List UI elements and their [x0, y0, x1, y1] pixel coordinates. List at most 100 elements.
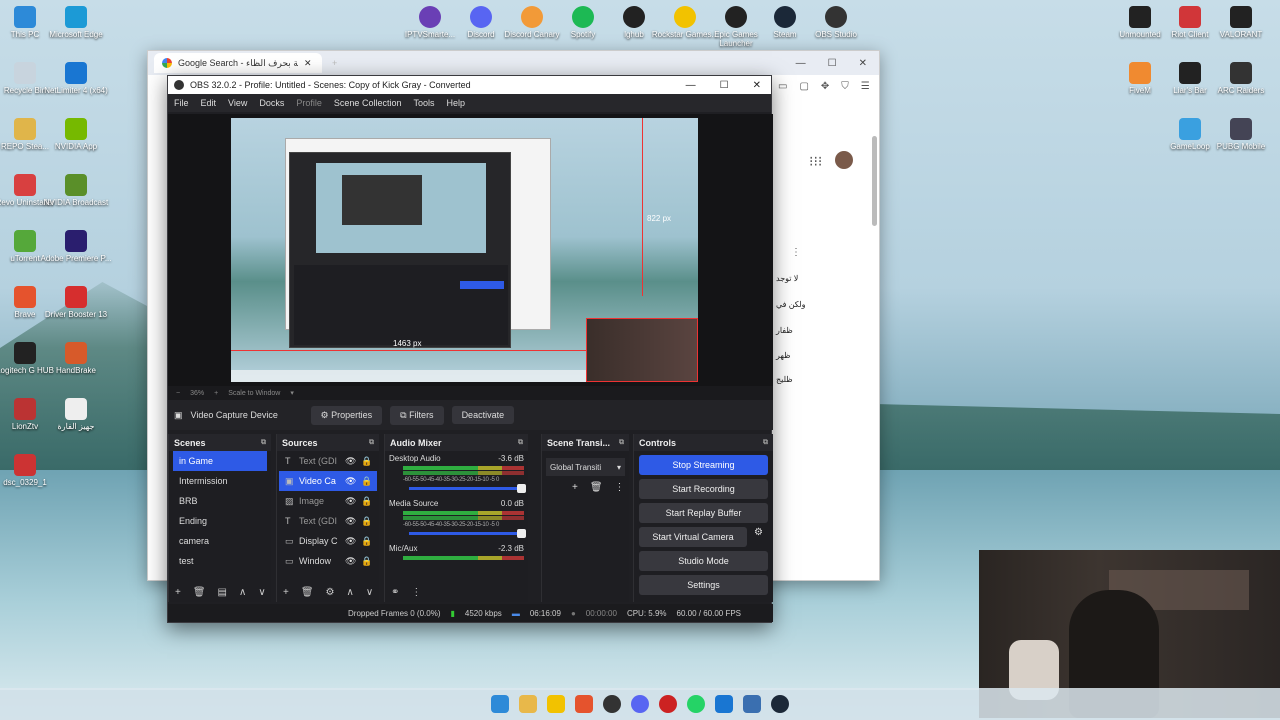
- box-icon[interactable]: ▢: [799, 81, 808, 92]
- menu-item-view[interactable]: View: [228, 98, 247, 108]
- discord-icon[interactable]: [631, 695, 649, 713]
- close-tab-icon[interactable]: ✕: [304, 58, 312, 69]
- eye-icon[interactable]: 👁: [345, 536, 361, 547]
- filter-icon[interactable]: ▤: [218, 587, 227, 598]
- menu-item-edit[interactable]: Edit: [201, 98, 217, 108]
- menu-item-profile[interactable]: Profile: [296, 98, 322, 108]
- chrome-tab[interactable]: Google Search - دولة بحرف الظاء ✕: [154, 53, 322, 73]
- sidebar-icon[interactable]: ▭: [778, 81, 787, 92]
- scene-item[interactable]: Intermission: [173, 471, 267, 491]
- source-item[interactable]: T Text (GDI 👁 🔒: [279, 511, 377, 531]
- source-item[interactable]: ▨ Image 👁 🔒: [279, 491, 377, 511]
- eye-icon[interactable]: 👁: [345, 456, 361, 467]
- scale-mode[interactable]: Scale to Window: [228, 390, 280, 397]
- lock-icon[interactable]: 🔒: [361, 456, 372, 467]
- more-icon[interactable]: ⋮: [411, 587, 421, 598]
- source-item[interactable]: ▭ Display C 👁 🔒: [279, 531, 377, 551]
- menu-item-docks[interactable]: Docks: [259, 98, 284, 108]
- source-item[interactable]: ▣ Video Ca 👁 🔒: [279, 471, 377, 491]
- link-icon[interactable]: ⚭: [391, 587, 399, 598]
- lock-icon[interactable]: 🔒: [361, 536, 372, 547]
- source-item[interactable]: T Text (GDI 👁 🔒: [279, 451, 377, 471]
- lock-icon[interactable]: 🔒: [361, 556, 372, 567]
- norton-icon[interactable]: [547, 695, 565, 713]
- down-icon[interactable]: ∨: [366, 587, 373, 598]
- up-icon[interactable]: ∧: [239, 587, 246, 598]
- desktop-icon[interactable]: Driver Booster 13: [40, 286, 112, 319]
- desktop-icon[interactable]: OBS Studio: [800, 6, 872, 39]
- scene-item[interactable]: test: [173, 551, 267, 571]
- properties-button[interactable]: ⚙ Properties: [310, 405, 383, 425]
- lock-icon[interactable]: 🔒: [361, 496, 372, 507]
- scene-item[interactable]: in Game: [173, 451, 267, 471]
- desktop-icon[interactable]: NetLimiter 4 (x64): [40, 62, 112, 95]
- apps-grid-icon[interactable]: ⁝⁝⁝: [809, 153, 822, 170]
- scene-item[interactable]: BRB: [173, 491, 267, 511]
- transition-select[interactable]: Global Transiti ▾: [546, 458, 625, 476]
- maximize-icon[interactable]: ☐: [720, 80, 729, 91]
- chevron-down-icon[interactable]: ▾: [290, 389, 294, 397]
- close-icon[interactable]: ✕: [859, 58, 867, 69]
- dock-undock-icon[interactable]: ⧉: [619, 439, 624, 447]
- add-icon[interactable]: +: [175, 587, 181, 598]
- control-button-studio-mode[interactable]: Studio Mode: [639, 551, 768, 571]
- filters-button[interactable]: ⧉ Filters: [390, 405, 444, 425]
- menu-item-tools[interactable]: Tools: [413, 98, 434, 108]
- control-button-start-recording[interactable]: Start Recording: [639, 479, 768, 499]
- netlimiter-icon[interactable]: [715, 695, 733, 713]
- obs-preview[interactable]: 822 px 1463 px: [168, 114, 773, 386]
- minimize-icon[interactable]: —: [796, 58, 806, 69]
- dock-undock-icon[interactable]: ⧉: [369, 439, 374, 447]
- eye-icon[interactable]: 👁: [345, 516, 361, 527]
- add-icon[interactable]: +: [283, 587, 289, 598]
- zoom-out-button[interactable]: −: [176, 390, 180, 397]
- new-tab-icon[interactable]: +: [332, 58, 337, 68]
- scene-item[interactable]: camera: [173, 531, 267, 551]
- chrome-scrollbar[interactable]: [872, 136, 877, 226]
- eye-icon[interactable]: 👁: [345, 476, 361, 487]
- add-icon[interactable]: +: [572, 482, 578, 493]
- minimize-icon[interactable]: —: [686, 80, 696, 91]
- more-icon[interactable]: ⋮: [791, 247, 801, 258]
- trash-icon[interactable]: 🗑: [590, 482, 603, 493]
- desktop-icon[interactable]: PUBG Mobile: [1205, 118, 1277, 151]
- desktop-icon[interactable]: Microsoft Edge: [40, 6, 112, 39]
- desktop-icon[interactable]: ARC Raiders: [1205, 62, 1277, 95]
- menu-item-scene-collection[interactable]: Scene Collection: [334, 98, 402, 108]
- control-button-start-virtual-camera[interactable]: Start Virtual Camera: [639, 527, 747, 547]
- scene-item[interactable]: Ending: [173, 511, 267, 531]
- down-icon[interactable]: ∨: [258, 587, 265, 598]
- control-button-settings[interactable]: Settings: [639, 575, 768, 595]
- menu-icon[interactable]: ☰: [861, 81, 870, 92]
- eye-icon[interactable]: 👁: [345, 496, 361, 507]
- dock-undock-icon[interactable]: ⧉: [763, 439, 768, 447]
- record-app-icon[interactable]: [659, 695, 677, 713]
- dock-undock-icon[interactable]: ⧉: [261, 439, 266, 447]
- up-icon[interactable]: ∧: [347, 587, 354, 598]
- file-explorer-icon[interactable]: [519, 695, 537, 713]
- desktop-icon[interactable]: جهيز الفارة: [40, 398, 112, 431]
- trash-icon[interactable]: 🗑: [301, 587, 314, 598]
- obs-window[interactable]: OBS 32.0.2 - Profile: Untitled - Scenes:…: [167, 75, 773, 623]
- maximize-icon[interactable]: ☐: [828, 58, 837, 69]
- eye-icon[interactable]: 👁: [345, 556, 361, 567]
- volume-slider[interactable]: [409, 484, 526, 493]
- extension-icon[interactable]: ✥: [821, 81, 829, 92]
- volume-slider[interactable]: [409, 529, 526, 538]
- deactivate-button[interactable]: Deactivate: [451, 406, 515, 424]
- brave-icon[interactable]: [575, 695, 593, 713]
- zoom-in-button[interactable]: +: [214, 390, 218, 397]
- control-button-stop-streaming[interactable]: Stop Streaming: [639, 455, 768, 475]
- steam-icon[interactable]: [771, 695, 789, 713]
- desktop-icon[interactable]: NVIDIA App: [40, 118, 112, 151]
- more-icon[interactable]: ⋮: [615, 482, 625, 493]
- trash-icon[interactable]: 🗑: [193, 587, 206, 598]
- preview-canvas[interactable]: 822 px 1463 px: [231, 118, 698, 382]
- lock-icon[interactable]: 🔒: [361, 516, 372, 527]
- desktop-icon[interactable]: Adobe Premiere P...: [40, 230, 112, 263]
- gear-icon[interactable]: ⚙: [326, 587, 335, 598]
- desktop-icon[interactable]: NVIDIA Broadcast: [40, 174, 112, 207]
- desktop-icon[interactable]: dsc_0329_1: [0, 454, 61, 487]
- avatar[interactable]: [835, 151, 853, 169]
- close-icon[interactable]: ✕: [753, 80, 761, 91]
